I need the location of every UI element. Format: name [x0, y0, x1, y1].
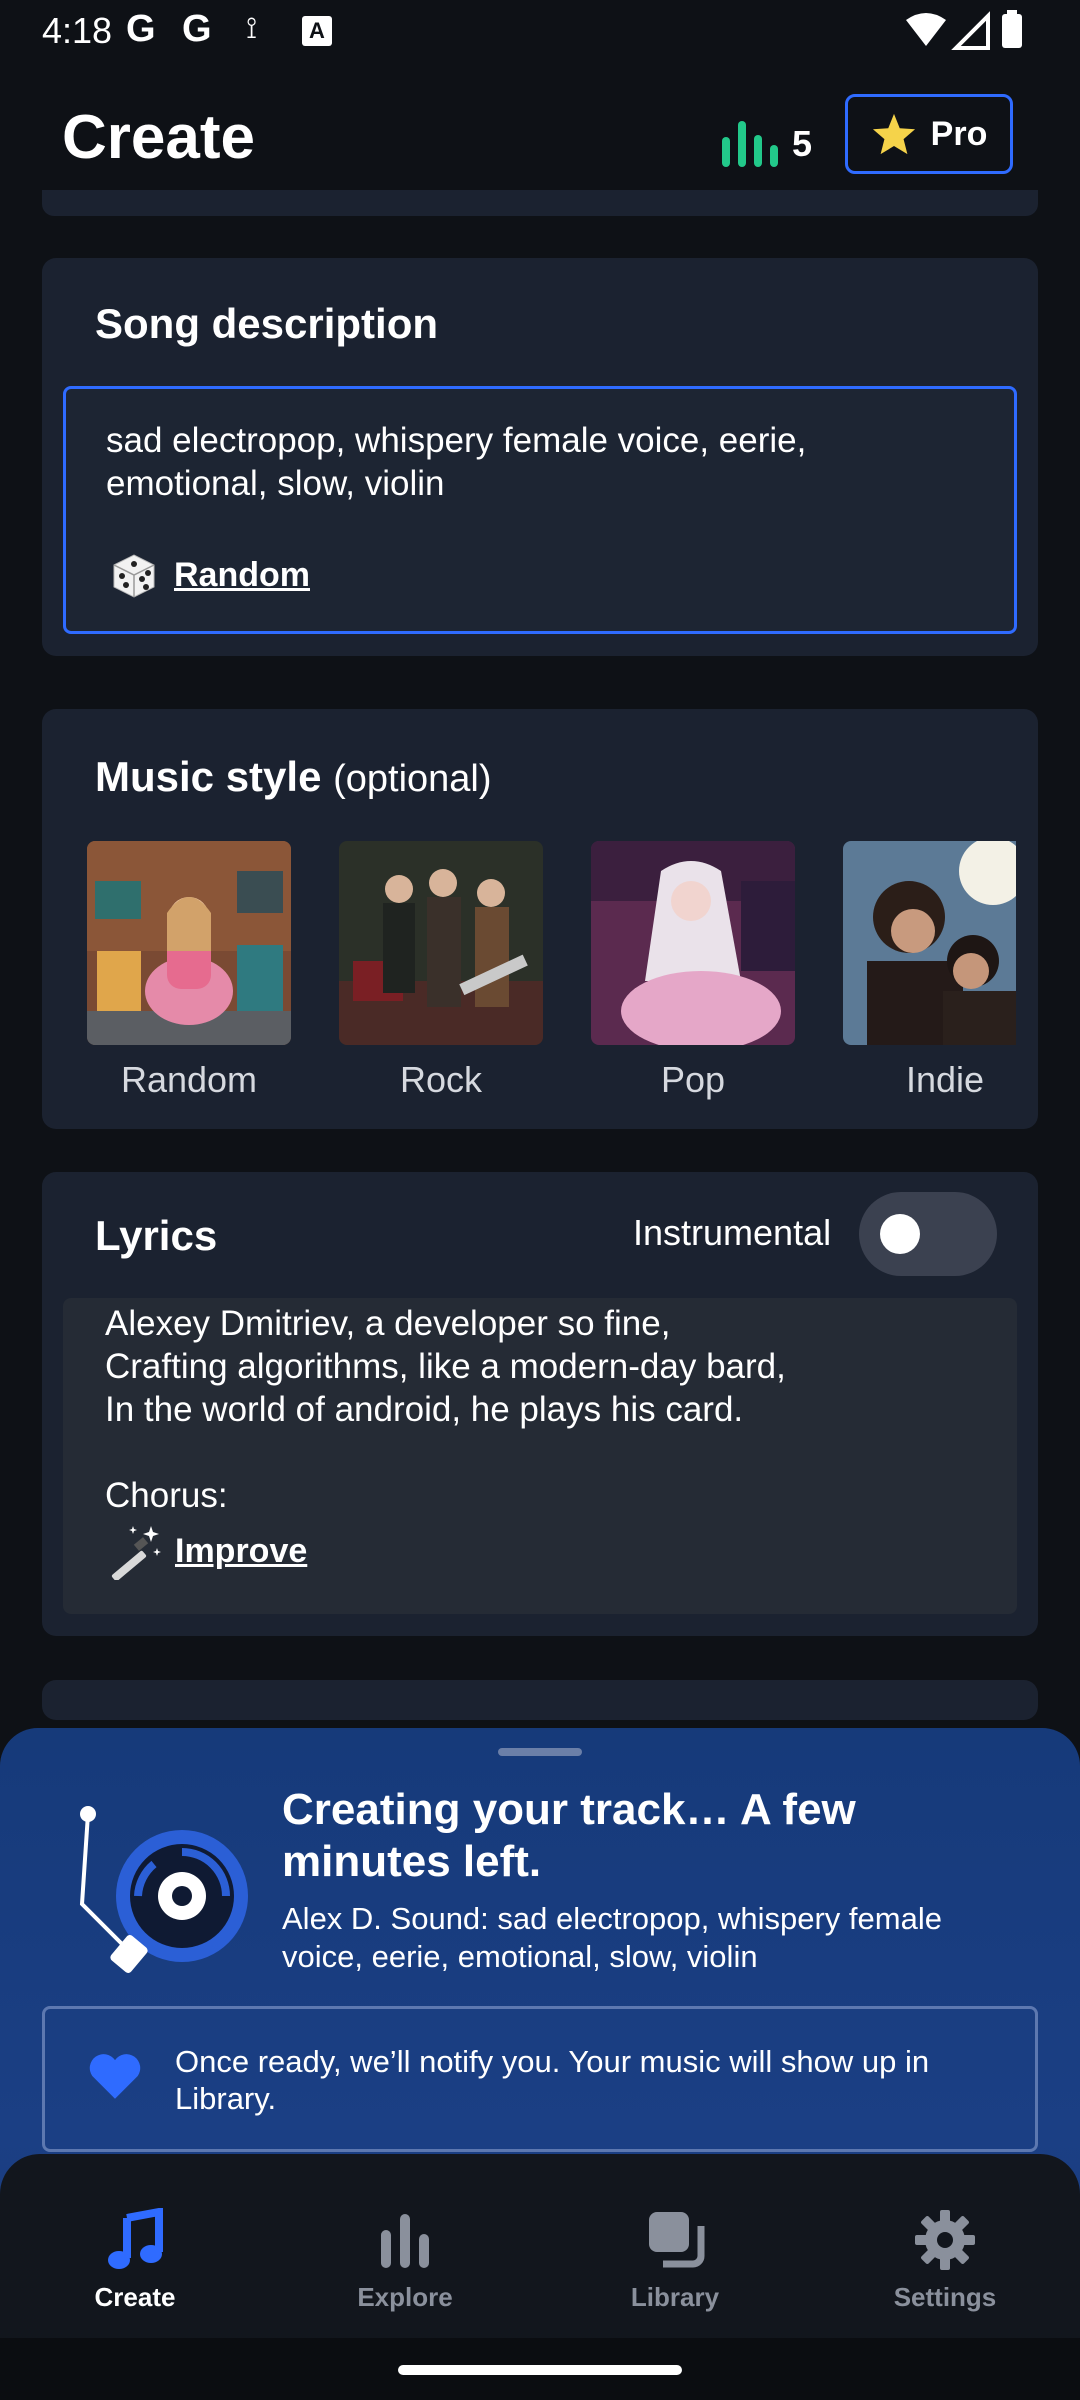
library-icon	[649, 2212, 705, 2268]
random-label: Random	[174, 555, 310, 594]
text-a-icon: A	[302, 16, 332, 46]
nav-label: Explore	[357, 2282, 453, 2312]
style-thumbnail	[339, 841, 543, 1045]
nav-create[interactable]: Create	[35, 2208, 235, 2313]
pro-label: Pro	[930, 114, 988, 153]
nav-library[interactable]: Library	[575, 2208, 775, 2313]
page-title: Create	[62, 103, 255, 172]
wifi-icon	[906, 13, 946, 46]
nav-label: Settings	[893, 2282, 997, 2312]
nav-explore[interactable]: Explore	[305, 2208, 505, 2313]
gesture-handle[interactable]	[398, 2365, 682, 2375]
vinyl-record-icon	[79, 1806, 248, 1973]
music-style-card: Music style (optional) Random Rock Pop I…	[42, 709, 1038, 1129]
style-thumbnail	[843, 841, 1016, 1045]
star-icon	[872, 113, 915, 155]
google-icon: G	[126, 8, 156, 50]
magic-wand-icon	[111, 1526, 161, 1580]
song-description-card: Song description sad electropop, whisper…	[42, 258, 1038, 656]
nav-label: Create	[94, 2282, 176, 2312]
style-thumbnail	[87, 841, 291, 1045]
previous-card-edge	[42, 190, 1038, 216]
nav-label: Library	[630, 2282, 720, 2312]
style-label: Indie	[905, 1059, 985, 1100]
dice-icon	[113, 554, 155, 598]
status-time: 4:18	[42, 10, 113, 51]
signal-icon	[951, 11, 990, 50]
instrumental-label: Instrumental	[633, 1212, 832, 1253]
style-option-random[interactable]: Random	[87, 841, 291, 1101]
notify-notice: Once ready, we’ll notify you. Your music…	[42, 2006, 1038, 2152]
music-style-list[interactable]: Random Rock Pop Indie	[87, 841, 1016, 1111]
status-right-icons	[906, 10, 1022, 50]
lyrics-input[interactable]: Alexey Dmitriev, a developer so fine, Cr…	[63, 1298, 1017, 1614]
music-note-icon	[108, 2208, 163, 2269]
optional-label: (optional)	[333, 758, 492, 800]
credits-count: 5	[792, 123, 813, 164]
style-label: Rock	[399, 1059, 483, 1100]
creating-track-subtitle: Alex D. Sound: sad electropop, whispery …	[282, 1901, 942, 1974]
nav-settings[interactable]: Settings	[845, 2208, 1045, 2313]
sheet-drag-handle[interactable]	[498, 1748, 582, 1756]
song-description-text[interactable]: sad electropop, whispery female voice, e…	[106, 419, 966, 505]
style-thumbnail	[591, 841, 795, 1045]
credits-indicator[interactable]: 5	[722, 114, 812, 174]
music-style-label: Music style	[95, 753, 322, 800]
song-description-title: Song description	[95, 300, 439, 347]
status-bar: 4:18 G G ⟟ A	[0, 0, 1080, 64]
bottom-navigation: Create Explore Library Settings	[0, 2154, 1080, 2338]
bars-icon	[381, 2214, 429, 2268]
next-card-peek	[42, 1680, 1038, 1720]
heart-icon	[89, 2054, 141, 2099]
equalizer-icon	[722, 121, 778, 167]
style-label: Random	[120, 1059, 258, 1100]
toggle-knob	[880, 1214, 920, 1254]
style-option-rock[interactable]: Rock	[339, 841, 543, 1101]
creating-track-title: Creating your track… A few minutes left.	[282, 1785, 856, 1886]
battery-icon	[1002, 14, 1022, 48]
lyrics-card: Lyrics Instrumental Alexey Dmitriev, a d…	[42, 1172, 1038, 1636]
lyrics-text[interactable]: Alexey Dmitriev, a developer so fine, Cr…	[105, 1302, 786, 1517]
style-option-pop[interactable]: Pop	[591, 841, 795, 1101]
song-description-input[interactable]: sad electropop, whispery female voice, e…	[63, 386, 1017, 634]
improve-lyrics-button[interactable]: Improve	[105, 1522, 307, 1580]
gear-icon	[915, 2210, 975, 2270]
instrumental-toggle[interactable]	[859, 1192, 997, 1276]
google-icon: G	[182, 8, 212, 50]
notice-text: Once ready, we’ll notify you. Your music…	[175, 2044, 930, 2116]
style-option-indie[interactable]: Indie	[843, 841, 1016, 1101]
usb-icon: ⟟	[246, 12, 258, 45]
style-label: Pop	[660, 1059, 726, 1100]
improve-label: Improve	[175, 1531, 308, 1570]
music-style-title: Music style (optional)	[95, 753, 492, 801]
lyrics-title: Lyrics	[95, 1212, 218, 1259]
pro-button[interactable]: Pro	[845, 94, 1013, 174]
random-description-button[interactable]: Random	[108, 549, 310, 601]
